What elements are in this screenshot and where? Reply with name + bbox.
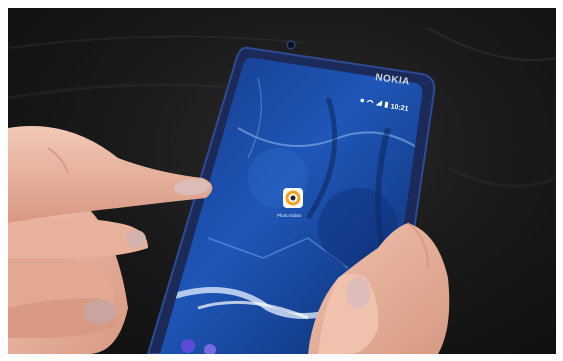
front-camera xyxy=(286,40,296,50)
phone-icon[interactable] xyxy=(181,339,195,353)
thumb-fingernail xyxy=(346,277,370,309)
app-label[interactable]: Photo Editor xyxy=(277,213,302,218)
photo-frame: NOKIA 10:21 Photo Editor xyxy=(8,8,556,354)
photo-scene: NOKIA 10:21 Photo Editor xyxy=(8,27,556,354)
fingernail xyxy=(84,300,116,324)
